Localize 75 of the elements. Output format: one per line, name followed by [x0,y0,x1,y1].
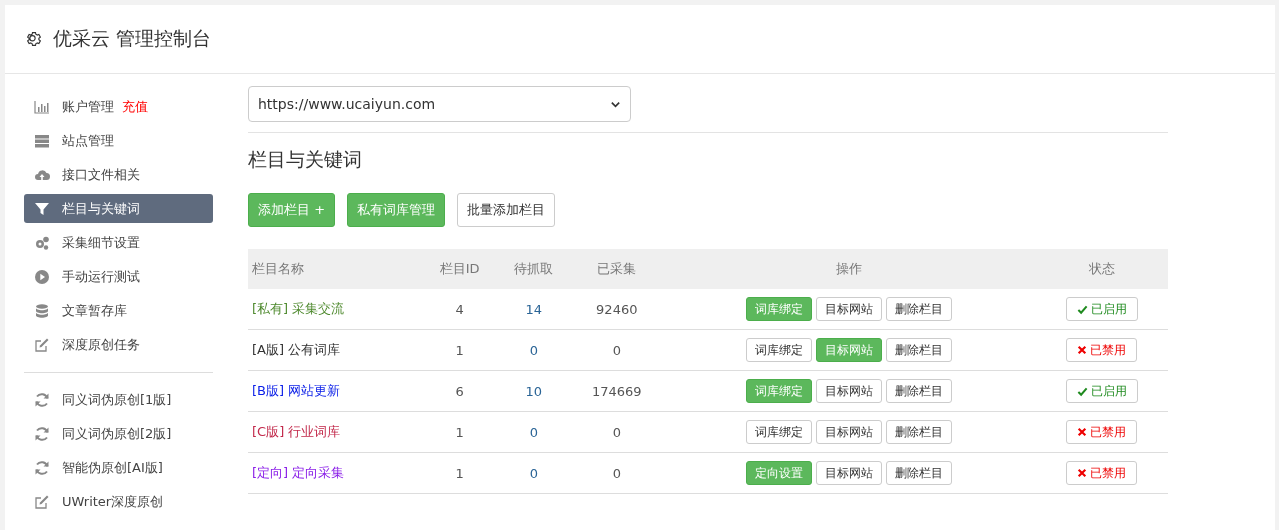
table-cell: 0 [612,342,621,358]
sidebar-item[interactable]: 手动运行测试 [24,262,213,291]
table-cell: 0 [529,342,538,358]
close-icon [1077,345,1088,355]
column-header: 操作 [663,249,1036,289]
toolbar-button[interactable]: 批量添加栏目 [457,193,556,227]
action-button[interactable]: 目标网站 [816,379,883,403]
action-button[interactable]: 词库绑定 [746,338,813,362]
sidebar-item[interactable]: 站点管理 [24,126,213,155]
column-name: [C版] 行业词库 [252,424,341,439]
table-cell: 0 [612,424,621,440]
status-button[interactable]: 已禁用 [1066,338,1138,362]
table-cell: 174669 [591,383,642,399]
column-header: 待抓取 [497,249,571,289]
action-button[interactable]: 目标网站 [816,461,883,485]
close-icon [1077,468,1088,478]
check-icon [1076,385,1088,397]
table-cell: 14 [525,301,543,317]
gears-icon [34,234,50,251]
table-cell: 0 [529,465,538,481]
column-header: 栏目名称 [248,249,423,289]
sidebar-item[interactable]: 文章暂存库 [24,296,213,325]
table-cell: 92460 [596,301,638,317]
table-cell: 10 [525,383,543,399]
close-icon [1077,427,1088,437]
action-button[interactable]: 目标网站 [816,420,883,444]
sidebar-item[interactable]: 账户管理 充值 [24,92,213,121]
table-cell: 0 [612,465,621,481]
refresh-icon [34,459,50,476]
sidebar-item[interactable]: 采集细节设置 [24,228,213,257]
site-select[interactable]: https://www.ucaiyun.com [248,86,631,122]
bar-chart-icon [34,98,50,115]
status-button[interactable]: 已禁用 [1066,420,1138,444]
edit-icon [34,336,50,353]
action-button[interactable]: 删除栏目 [886,461,953,485]
refresh-icon [34,425,50,442]
section-title: 栏目与关键词 [248,147,363,172]
edit-icon [34,493,50,510]
status-button[interactable]: 已禁用 [1066,461,1138,485]
action-button[interactable]: 目标网站 [816,297,883,321]
table-cell: 1 [455,424,464,440]
column-header: 栏目ID [422,249,498,289]
table-cell: 0 [529,424,538,440]
filter-icon [34,200,50,217]
sidebar-item[interactable]: 同义词伪原创[2版] [24,419,213,448]
column-name: [A版] 公有词库 [252,342,341,357]
status-button[interactable]: 已启用 [1065,379,1138,403]
sidebar-item[interactable]: 深度原创任务 [24,330,213,359]
column-name: [B版] 网站更新 [252,383,341,398]
action-button[interactable]: 删除栏目 [886,297,953,321]
table-cell: 1 [455,342,464,358]
column-header: 状态 [1035,249,1168,289]
action-button[interactable]: 词库绑定 [746,420,813,444]
sidebar-item[interactable]: 智能伪原创[AI版] [24,453,213,482]
console-title: 优采云 管理控制台 [53,26,212,51]
column-header: 已采集 [570,249,663,289]
sidebar-item[interactable]: 同义词伪原创[1版] [24,385,213,414]
column-name: [私有] 采集交流 [252,301,345,316]
database-icon [34,302,50,319]
action-button[interactable]: 删除栏目 [886,420,953,444]
table-cell: 1 [455,465,464,481]
check-icon [1076,303,1088,315]
sidebar-item[interactable]: 接口文件相关 [24,160,213,189]
settings-icon [25,30,43,48]
status-button[interactable]: 已启用 [1065,297,1138,321]
server-icon [34,132,50,149]
action-button[interactable]: 删除栏目 [886,338,953,362]
play-icon [34,268,50,285]
refresh-icon [34,391,50,408]
table-cell: 4 [455,301,464,317]
column-name: [定向] 定向采集 [252,465,345,480]
sidebar-item[interactable]: 栏目与关键词 [24,194,213,223]
sidebar-item[interactable]: UWriter深度原创 [24,487,213,516]
action-button[interactable]: 删除栏目 [886,379,953,403]
table-cell: 6 [455,383,464,399]
